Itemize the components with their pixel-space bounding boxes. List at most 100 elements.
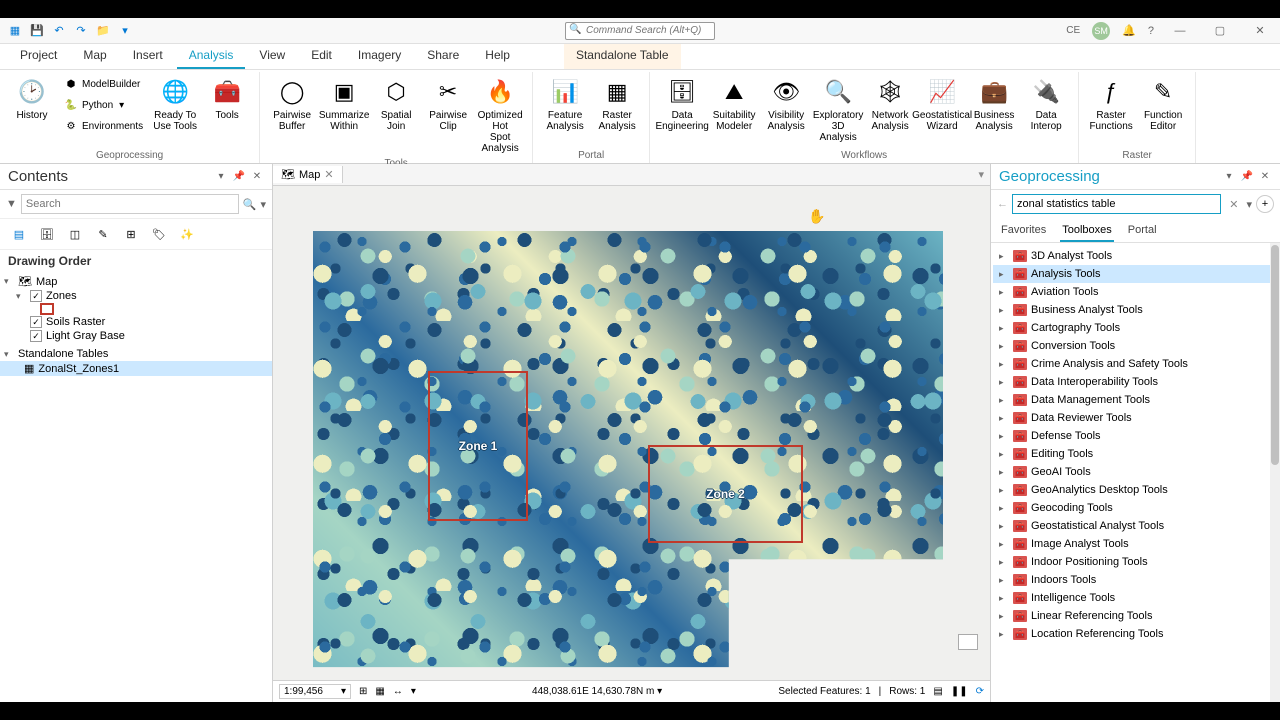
app-icon[interactable]: ▦ bbox=[6, 22, 24, 40]
toolbox-location-referencing-tools[interactable]: ▸🧰Location Referencing Tools bbox=[993, 625, 1278, 643]
toolbox-geoai-tools[interactable]: ▸🧰GeoAI Tools bbox=[993, 463, 1278, 481]
expander-icon[interactable]: ▸ bbox=[999, 611, 1009, 622]
expander-icon[interactable]: ▾ bbox=[4, 349, 14, 360]
standalone-table-item[interactable]: ▦ZonalSt_Zones1 bbox=[0, 361, 272, 376]
user-initials[interactable]: CE bbox=[1066, 25, 1080, 36]
layer-soils-raster[interactable]: ✓Soils Raster bbox=[0, 315, 272, 329]
contextual-tab-standalone-table[interactable]: Standalone Table bbox=[564, 44, 681, 69]
ribbon-tab-insert[interactable]: Insert bbox=[121, 44, 175, 69]
list-selection-icon[interactable]: ◫ bbox=[64, 223, 86, 245]
user-avatar[interactable]: SM bbox=[1092, 22, 1110, 40]
scrollbar[interactable] bbox=[1270, 243, 1280, 702]
dropdown-icon[interactable]: ▾ bbox=[260, 198, 266, 211]
filter-icon[interactable]: ▤ bbox=[933, 686, 942, 697]
ribbon-tab-imagery[interactable]: Imagery bbox=[346, 44, 413, 69]
expander-icon[interactable]: ▸ bbox=[999, 503, 1009, 514]
scale-combo[interactable]: 1:99,456▾ bbox=[279, 684, 351, 699]
map-node[interactable]: ▾ 🗺 Map bbox=[0, 274, 272, 289]
map-canvas[interactable]: Zone 1 Zone 2 ✋ bbox=[273, 186, 990, 680]
command-search[interactable]: 🔍 bbox=[565, 22, 715, 40]
ribbon-tab-project[interactable]: Project bbox=[8, 44, 69, 69]
expander-icon[interactable]: ▸ bbox=[999, 485, 1009, 496]
tools-button[interactable]: 🧰 Tools bbox=[203, 74, 251, 123]
raster-analysis-button[interactable]: ▦Raster Analysis bbox=[593, 74, 641, 134]
map-tab[interactable]: 🗺 Map ✕ bbox=[273, 166, 343, 183]
expander-icon[interactable]: ▸ bbox=[999, 251, 1009, 262]
toolbox-geoanalytics-desktop-tools[interactable]: ▸🧰GeoAnalytics Desktop Tools bbox=[993, 481, 1278, 499]
maximize-button[interactable]: ▢ bbox=[1206, 20, 1234, 42]
toolbox-geostatistical-analyst-tools[interactable]: ▸🧰Geostatistical Analyst Tools bbox=[993, 517, 1278, 535]
ready-to-use-button[interactable]: 🌐 Ready To Use Tools bbox=[151, 74, 199, 134]
notifications-icon[interactable]: 🔔 bbox=[1122, 24, 1136, 37]
expander-icon[interactable]: ▸ bbox=[999, 305, 1009, 316]
pairwise-clip-button[interactable]: ✂Pairwise Clip bbox=[424, 74, 472, 134]
toolbox-business-analyst-tools[interactable]: ▸🧰Business Analyst Tools bbox=[993, 301, 1278, 319]
qat-dropdown-icon[interactable]: ▾ bbox=[116, 22, 134, 40]
expander-icon[interactable]: ▸ bbox=[999, 593, 1009, 604]
toolbox-geocoding-tools[interactable]: ▸🧰Geocoding Tools bbox=[993, 499, 1278, 517]
expander-icon[interactable]: ▸ bbox=[999, 395, 1009, 406]
expander-icon[interactable]: ▾ bbox=[16, 291, 26, 302]
toolbox-intelligence-tools[interactable]: ▸🧰Intelligence Tools bbox=[993, 589, 1278, 607]
expander-icon[interactable]: ▸ bbox=[999, 413, 1009, 424]
ribbon-tab-share[interactable]: Share bbox=[415, 44, 471, 69]
ribbon-tab-help[interactable]: Help bbox=[473, 44, 522, 69]
list-labeling-icon[interactable]: 🏷 bbox=[148, 223, 170, 245]
toolbox-cartography-tools[interactable]: ▸🧰Cartography Tools bbox=[993, 319, 1278, 337]
expander-icon[interactable]: ▸ bbox=[999, 575, 1009, 586]
minimize-button[interactable]: — bbox=[1166, 20, 1194, 42]
search-dropdown-icon[interactable]: ▾ bbox=[1246, 198, 1252, 211]
expander-icon[interactable]: ▸ bbox=[999, 377, 1009, 388]
visibility-checkbox[interactable]: ✓ bbox=[30, 290, 42, 302]
toolbox-data-interoperability-tools[interactable]: ▸🧰Data Interoperability Tools bbox=[993, 373, 1278, 391]
ribbon-tab-view[interactable]: View bbox=[247, 44, 297, 69]
history-button[interactable]: 🕑 History bbox=[8, 74, 56, 123]
toolbox-image-analyst-tools[interactable]: ▸🧰Image Analyst Tools bbox=[993, 535, 1278, 553]
toolbox-conversion-tools[interactable]: ▸🧰Conversion Tools bbox=[993, 337, 1278, 355]
view-menu-icon[interactable]: ▾ bbox=[972, 168, 990, 181]
raster-functions-button[interactable]: ƒRaster Functions bbox=[1087, 74, 1135, 134]
toolbox-data-management-tools[interactable]: ▸🧰Data Management Tools bbox=[993, 391, 1278, 409]
business-analysis-button[interactable]: 💼Business Analysis bbox=[970, 74, 1018, 134]
list-source-icon[interactable]: 🗄 bbox=[36, 223, 58, 245]
attribute-table-icon[interactable] bbox=[958, 634, 978, 650]
contents-search-input[interactable] bbox=[21, 194, 239, 214]
visibility-checkbox[interactable]: ✓ bbox=[30, 316, 42, 328]
modelbuilder-button[interactable]: ⬢ModelBuilder bbox=[60, 74, 147, 94]
pin-icon[interactable]: 📌 bbox=[232, 170, 246, 184]
expander-icon[interactable]: ▸ bbox=[999, 629, 1009, 640]
toolbox-linear-referencing-tools[interactable]: ▸🧰Linear Referencing Tools bbox=[993, 607, 1278, 625]
environments-button[interactable]: ⚙Environments bbox=[60, 116, 147, 136]
geoprocessing-search-input[interactable] bbox=[1012, 194, 1221, 214]
zone-2-feature[interactable]: Zone 2 bbox=[648, 445, 803, 543]
status-tool-icon[interactable]: ▦ bbox=[375, 686, 384, 697]
close-pane-icon[interactable]: ✕ bbox=[250, 170, 264, 184]
expander-icon[interactable]: ▸ bbox=[999, 539, 1009, 550]
pin-icon[interactable]: 📌 bbox=[1240, 170, 1254, 184]
dropdown-icon[interactable]: ▾ bbox=[214, 170, 228, 184]
exploratory-3d-analysis-button[interactable]: 🔍Exploratory 3D Analysis bbox=[814, 74, 862, 145]
close-button[interactable]: ✕ bbox=[1246, 20, 1274, 42]
toolbox-indoor-positioning-tools[interactable]: ▸🧰Indoor Positioning Tools bbox=[993, 553, 1278, 571]
redo-icon[interactable]: ↷ bbox=[72, 22, 90, 40]
pause-icon[interactable]: ❚❚ bbox=[951, 686, 968, 697]
search-icon[interactable]: 🔍 bbox=[243, 198, 257, 211]
gp-tab-favorites[interactable]: Favorites bbox=[999, 220, 1048, 242]
spatial-join-button[interactable]: ⬡Spatial Join bbox=[372, 74, 420, 134]
expander-icon[interactable]: ▸ bbox=[999, 359, 1009, 370]
ribbon-tab-edit[interactable]: Edit bbox=[299, 44, 344, 69]
ribbon-tab-map[interactable]: Map bbox=[71, 44, 118, 69]
gp-tab-portal[interactable]: Portal bbox=[1126, 220, 1159, 242]
save-icon[interactable]: 💾 bbox=[28, 22, 46, 40]
status-tool-icon[interactable]: ↔ bbox=[393, 686, 403, 697]
toolbox-indoors-tools[interactable]: ▸🧰Indoors Tools bbox=[993, 571, 1278, 589]
expander-icon[interactable]: ▸ bbox=[999, 449, 1009, 460]
list-drawing-order-icon[interactable]: ▤ bbox=[8, 223, 30, 245]
layer-light-gray-base[interactable]: ✓Light Gray Base bbox=[0, 329, 272, 343]
toolbox-list[interactable]: ▸🧰3D Analyst Tools▸🧰Analysis Tools▸🧰Avia… bbox=[991, 243, 1280, 702]
zone-1-feature[interactable]: Zone 1 bbox=[428, 371, 528, 521]
toolbox-defense-tools[interactable]: ▸🧰Defense Tools bbox=[993, 427, 1278, 445]
undo-icon[interactable]: ↶ bbox=[50, 22, 68, 40]
function-editor-button[interactable]: ✎Function Editor bbox=[1139, 74, 1187, 134]
gp-tab-toolboxes[interactable]: Toolboxes bbox=[1060, 220, 1114, 242]
